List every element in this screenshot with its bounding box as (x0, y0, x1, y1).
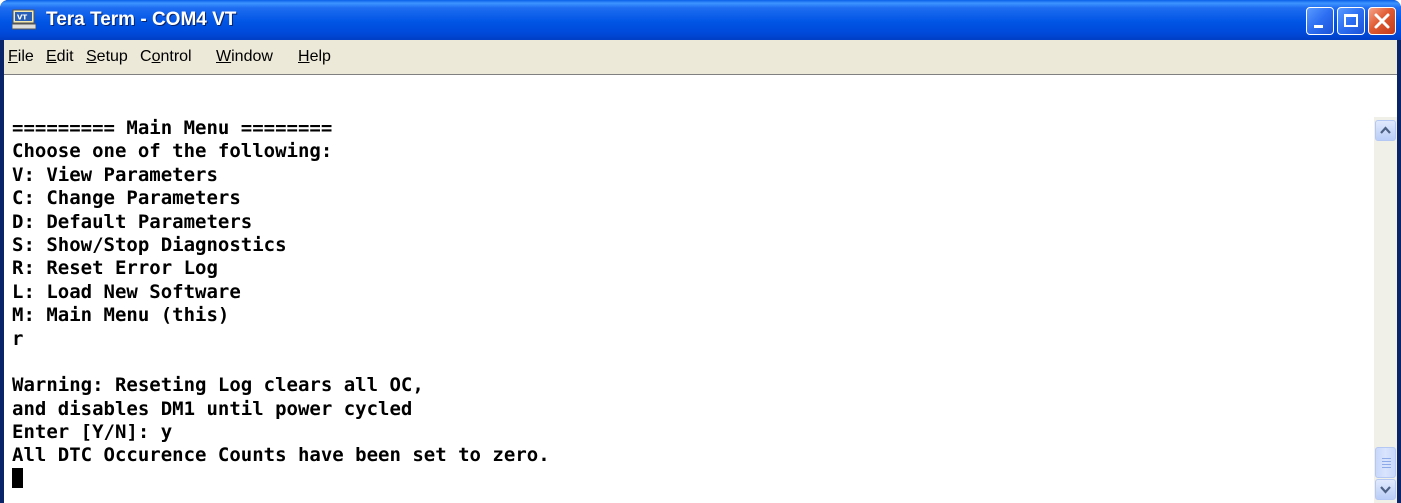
terminal-line: Choose one of the following: (12, 140, 333, 163)
minimize-icon (1314, 25, 1323, 28)
scroll-up-arrow-icon (1380, 126, 1391, 134)
terminal-line: and disables DM1 until power cycled (12, 397, 413, 420)
menu-file[interactable]: File (8, 48, 34, 66)
minimize-button[interactable] (1306, 7, 1334, 35)
terminal-line: L: Load New Software (12, 280, 241, 303)
menu-bar: File Edit Setup Control Window Help (4, 40, 1397, 74)
terminal-line: Enter [Y/N]: y (12, 421, 173, 444)
terminal-line: Warning: Reseting Log clears all OC, (12, 374, 424, 397)
menu-help[interactable]: Help (298, 48, 331, 66)
scroll-down-arrow-icon (1380, 486, 1391, 494)
grip-line (1382, 461, 1391, 462)
terminal-output[interactable]: ========= Main Menu ======== Choose one o… (12, 117, 1372, 503)
terminal-line: All DTC Occurence Counts have been set t… (12, 444, 550, 467)
vt-terminal-icon: VT (12, 9, 36, 30)
maximize-button[interactable] (1337, 7, 1365, 35)
grip-line (1382, 467, 1391, 468)
window-title: Tera Term - COM4 VT (46, 9, 237, 30)
vertical-scrollbar[interactable] (1374, 117, 1397, 503)
terminal-line: R: Reset Error Log (12, 257, 218, 280)
terminal-line: r (12, 327, 24, 350)
terminal-line: S: Show/Stop Diagnostics (12, 233, 287, 256)
scroll-down-button[interactable] (1375, 479, 1396, 500)
scroll-up-button[interactable] (1375, 120, 1396, 141)
tera-term-window: VT Tera Term - COM4 VT File Edit Setup C… (0, 0, 1401, 503)
text-cursor (12, 467, 23, 488)
terminal-line: C: Change Parameters (12, 187, 241, 210)
grip-line (1382, 464, 1391, 465)
menu-control[interactable]: Control (140, 48, 192, 66)
terminal-line: M: Main Menu (this) (12, 304, 230, 327)
terminal-cursor-line (12, 467, 1372, 491)
close-button[interactable] (1368, 7, 1396, 35)
maximize-icon (1344, 14, 1358, 27)
terminal-line: ========= Main Menu ======== (12, 117, 333, 139)
grip-line (1382, 458, 1391, 459)
menu-setup[interactable]: Setup (86, 48, 128, 66)
svg-text:VT: VT (17, 14, 27, 22)
terminal-line: V: View Parameters (12, 163, 218, 186)
close-icon (1374, 13, 1390, 29)
title-bar[interactable]: VT Tera Term - COM4 VT (0, 0, 1401, 40)
scroll-thumb[interactable] (1375, 447, 1396, 478)
menu-edit[interactable]: Edit (46, 48, 74, 66)
terminal-line: D: Default Parameters (12, 210, 253, 233)
menu-window[interactable]: Window (216, 48, 273, 66)
